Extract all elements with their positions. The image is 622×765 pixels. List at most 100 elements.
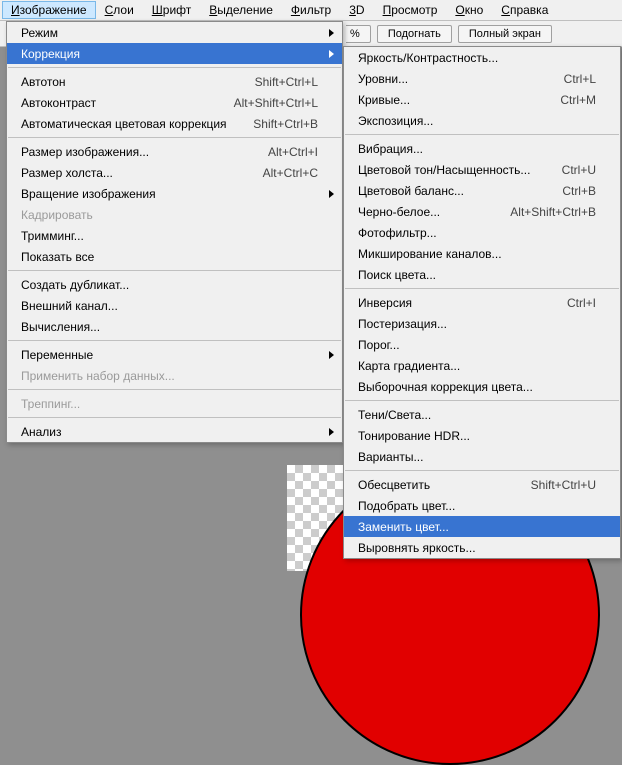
image-menu-item[interactable]: Коррекция xyxy=(7,43,342,64)
menu-item-label: Цветовой тон/Насыщенность... xyxy=(358,163,552,177)
menu-item-shortcut: Ctrl+B xyxy=(552,184,596,198)
image-menu-item: Треппинг... xyxy=(7,393,342,414)
menu-separator xyxy=(8,389,341,390)
menubar: ИзображениеСлоиШрифтВыделениеФильтр3DПро… xyxy=(0,0,622,21)
adjustments-item[interactable]: ОбесцветитьShift+Ctrl+U xyxy=(344,474,620,495)
adjustments-item[interactable]: ИнверсияCtrl+I xyxy=(344,292,620,313)
menu-item-label: Кривые... xyxy=(358,93,550,107)
menu-item-label: Создать дубликат... xyxy=(21,278,318,292)
menu-separator xyxy=(8,417,341,418)
image-menu-item[interactable]: АвтотонShift+Ctrl+L xyxy=(7,71,342,92)
menu-item-label: Экспозиция... xyxy=(358,114,596,128)
zoom-fragment[interactable]: % xyxy=(346,25,371,43)
menu-item-label: Инверсия xyxy=(358,296,557,310)
menu-item-shortcut: Alt+Ctrl+C xyxy=(253,166,318,180)
menu-item-label: Тонирование HDR... xyxy=(358,429,596,443)
menu-item-label: Размер холста... xyxy=(21,166,253,180)
submenu-arrow-icon xyxy=(329,29,334,37)
adjustments-item[interactable]: Черно-белое...Alt+Shift+Ctrl+B xyxy=(344,201,620,222)
menu-item-label: Автоматическая цветовая коррекция xyxy=(21,117,243,131)
adjustments-item[interactable]: Вибрация... xyxy=(344,138,620,159)
adjustments-item[interactable]: Выборочная коррекция цвета... xyxy=(344,376,620,397)
menu-item-label: Тени/Света... xyxy=(358,408,596,422)
menu-item-label: Автотон xyxy=(21,75,245,89)
menu-item-label: Тримминг... xyxy=(21,229,318,243)
fit-button[interactable]: Подогнать xyxy=(377,25,452,43)
menubar-item[interactable]: 3D xyxy=(340,1,373,19)
adjustments-item[interactable]: Яркость/Контрастность... xyxy=(344,47,620,68)
menubar-item[interactable]: Справка xyxy=(492,1,557,19)
submenu-arrow-icon xyxy=(329,50,334,58)
adjustments-item[interactable]: Уровни...Ctrl+L xyxy=(344,68,620,89)
menu-item-label: Вычисления... xyxy=(21,320,318,334)
menu-item-label: Показать все xyxy=(21,250,318,264)
menu-item-label: Обесцветить xyxy=(358,478,521,492)
menu-item-shortcut: Ctrl+M xyxy=(550,93,596,107)
image-menu-item[interactable]: Внешний канал... xyxy=(7,295,342,316)
menu-item-label: Цветовой баланс... xyxy=(358,184,552,198)
adjustments-item[interactable]: Постеризация... xyxy=(344,313,620,334)
image-menu-item[interactable]: Тримминг... xyxy=(7,225,342,246)
image-menu-item[interactable]: Режим xyxy=(7,22,342,43)
menu-item-label: Автоконтраст xyxy=(21,96,224,110)
menu-item-label: Варианты... xyxy=(358,450,596,464)
image-menu-item[interactable]: Переменные xyxy=(7,344,342,365)
menu-item-label: Карта градиента... xyxy=(358,359,596,373)
menu-separator xyxy=(345,134,619,135)
image-menu-item[interactable]: Автоматическая цветовая коррекцияShift+C… xyxy=(7,113,342,134)
menu-item-label: Микширование каналов... xyxy=(358,247,596,261)
image-menu-item[interactable]: Вращение изображения xyxy=(7,183,342,204)
menu-item-label: Фотофильтр... xyxy=(358,226,596,240)
menubar-item[interactable]: Слои xyxy=(96,1,143,19)
image-menu-item[interactable]: Вычисления... xyxy=(7,316,342,337)
adjustments-item[interactable]: Тонирование HDR... xyxy=(344,425,620,446)
menubar-item[interactable]: Фильтр xyxy=(282,1,340,19)
adjustments-item[interactable]: Цветовой тон/Насыщенность...Ctrl+U xyxy=(344,159,620,180)
menu-separator xyxy=(8,270,341,271)
submenu-arrow-icon xyxy=(329,428,334,436)
image-menu-item: Кадрировать xyxy=(7,204,342,225)
adjustments-item[interactable]: Цветовой баланс...Ctrl+B xyxy=(344,180,620,201)
image-menu-item[interactable]: АвтоконтрастAlt+Shift+Ctrl+L xyxy=(7,92,342,113)
adjustments-item[interactable]: Варианты... xyxy=(344,446,620,467)
menu-item-label: Черно-белое... xyxy=(358,205,500,219)
adjustments-item[interactable]: Экспозиция... xyxy=(344,110,620,131)
menu-item-label: Поиск цвета... xyxy=(358,268,596,282)
menu-item-label: Выборочная коррекция цвета... xyxy=(358,380,596,394)
menubar-item[interactable]: Окно xyxy=(446,1,492,19)
adjustments-item[interactable]: Порог... xyxy=(344,334,620,355)
image-menu-item[interactable]: Размер холста...Alt+Ctrl+C xyxy=(7,162,342,183)
adjustments-item[interactable]: Фотофильтр... xyxy=(344,222,620,243)
menu-item-shortcut: Shift+Ctrl+B xyxy=(243,117,318,131)
menubar-item[interactable]: Выделение xyxy=(200,1,282,19)
menu-item-label: Выровнять яркость... xyxy=(358,541,596,555)
menu-item-label: Кадрировать xyxy=(21,208,318,222)
menu-item-shortcut: Alt+Shift+Ctrl+L xyxy=(224,96,318,110)
adjustments-item[interactable]: Кривые...Ctrl+M xyxy=(344,89,620,110)
menu-item-label: Заменить цвет... xyxy=(358,520,596,534)
adjustments-item[interactable]: Тени/Света... xyxy=(344,404,620,425)
image-menu-item[interactable]: Анализ xyxy=(7,421,342,442)
menu-separator xyxy=(8,137,341,138)
image-menu-item[interactable]: Показать все xyxy=(7,246,342,267)
adjustments-item[interactable]: Выровнять яркость... xyxy=(344,537,620,558)
adjustments-item[interactable]: Поиск цвета... xyxy=(344,264,620,285)
adjustments-item[interactable]: Микширование каналов... xyxy=(344,243,620,264)
menu-item-shortcut: Ctrl+I xyxy=(557,296,596,310)
menu-item-shortcut: Alt+Shift+Ctrl+B xyxy=(500,205,596,219)
menubar-item[interactable]: Изображение xyxy=(2,1,96,19)
menu-item-label: Применить набор данных... xyxy=(21,369,318,383)
adjustments-submenu: Яркость/Контрастность...Уровни...Ctrl+LК… xyxy=(343,46,621,559)
menubar-item[interactable]: Просмотр xyxy=(374,1,447,19)
adjustments-item[interactable]: Заменить цвет... xyxy=(344,516,620,537)
image-menu-item[interactable]: Создать дубликат... xyxy=(7,274,342,295)
image-menu-item[interactable]: Размер изображения...Alt+Ctrl+I xyxy=(7,141,342,162)
adjustments-item[interactable]: Подобрать цвет... xyxy=(344,495,620,516)
image-menu: РежимКоррекцияАвтотонShift+Ctrl+LАвтокон… xyxy=(6,21,343,443)
adjustments-item[interactable]: Карта градиента... xyxy=(344,355,620,376)
menu-separator xyxy=(345,400,619,401)
menubar-item[interactable]: Шрифт xyxy=(143,1,200,19)
menu-item-shortcut: Shift+Ctrl+L xyxy=(245,75,318,89)
fullscreen-button[interactable]: Полный экран xyxy=(458,25,552,43)
menu-item-label: Размер изображения... xyxy=(21,145,258,159)
